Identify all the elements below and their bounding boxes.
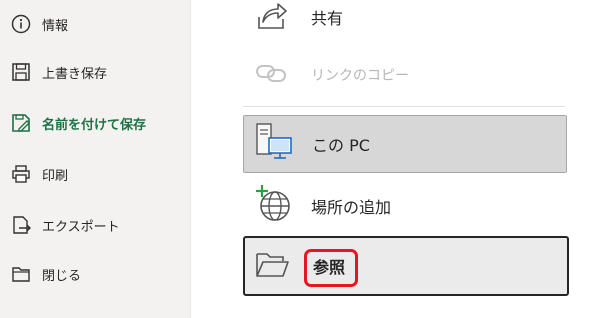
- sidebar-item-info[interactable]: 情報: [0, 0, 190, 48]
- add-place-label: 場所の追加: [311, 198, 392, 217]
- browse-label: 参照: [313, 258, 346, 277]
- sidebar-item-label: 上書き保存: [42, 66, 108, 82]
- browse-folder-icon: [253, 244, 293, 288]
- folder-close-icon: [10, 263, 32, 285]
- printer-icon: [10, 163, 32, 185]
- share-option[interactable]: 共有: [243, 0, 565, 42]
- share-label: 共有: [311, 9, 344, 28]
- sidebar-item-label: エクスポート: [42, 219, 120, 235]
- share-icon: [251, 0, 291, 39]
- info-icon: [10, 13, 32, 35]
- save-icon: [10, 61, 32, 83]
- sidebar-item-save[interactable]: 上書き保存: [0, 48, 190, 96]
- copy-link-label: リンクのコピー: [311, 68, 409, 84]
- sidebar-item-export[interactable]: エクスポート: [0, 201, 190, 249]
- export-icon: [10, 214, 32, 236]
- browse-option[interactable]: 参照: [243, 236, 569, 296]
- this-pc-icon: [252, 120, 296, 168]
- sidebar-item-label: 情報: [42, 18, 69, 34]
- copy-link-option[interactable]: リンクのコピー: [243, 50, 565, 100]
- sidebar-item-save-as[interactable]: 名前を付けて保存: [0, 99, 190, 147]
- divider: [243, 106, 565, 107]
- link-icon: [251, 53, 291, 97]
- sidebar-item-label: 名前を付けて保存: [42, 117, 147, 133]
- backstage-sidebar: 情報 上書き保存 名前を付けて保存 印刷 エクスポート 閉じる: [0, 0, 191, 318]
- save-as-icon: [10, 112, 32, 134]
- this-pc-label: この PC: [312, 136, 370, 155]
- sidebar-item-label: 閉じる: [42, 268, 82, 284]
- sidebar-item-close[interactable]: 閉じる: [0, 250, 190, 298]
- sidebar-item-label: 印刷: [42, 168, 69, 184]
- save-as-panel: 共有 リンクのコピー この PC 場所の追加 参照: [191, 0, 600, 318]
- add-place-option[interactable]: 場所の追加: [243, 180, 565, 232]
- sidebar-item-print[interactable]: 印刷: [0, 150, 190, 198]
- this-pc-option[interactable]: この PC: [243, 115, 567, 173]
- add-place-icon: [251, 182, 295, 230]
